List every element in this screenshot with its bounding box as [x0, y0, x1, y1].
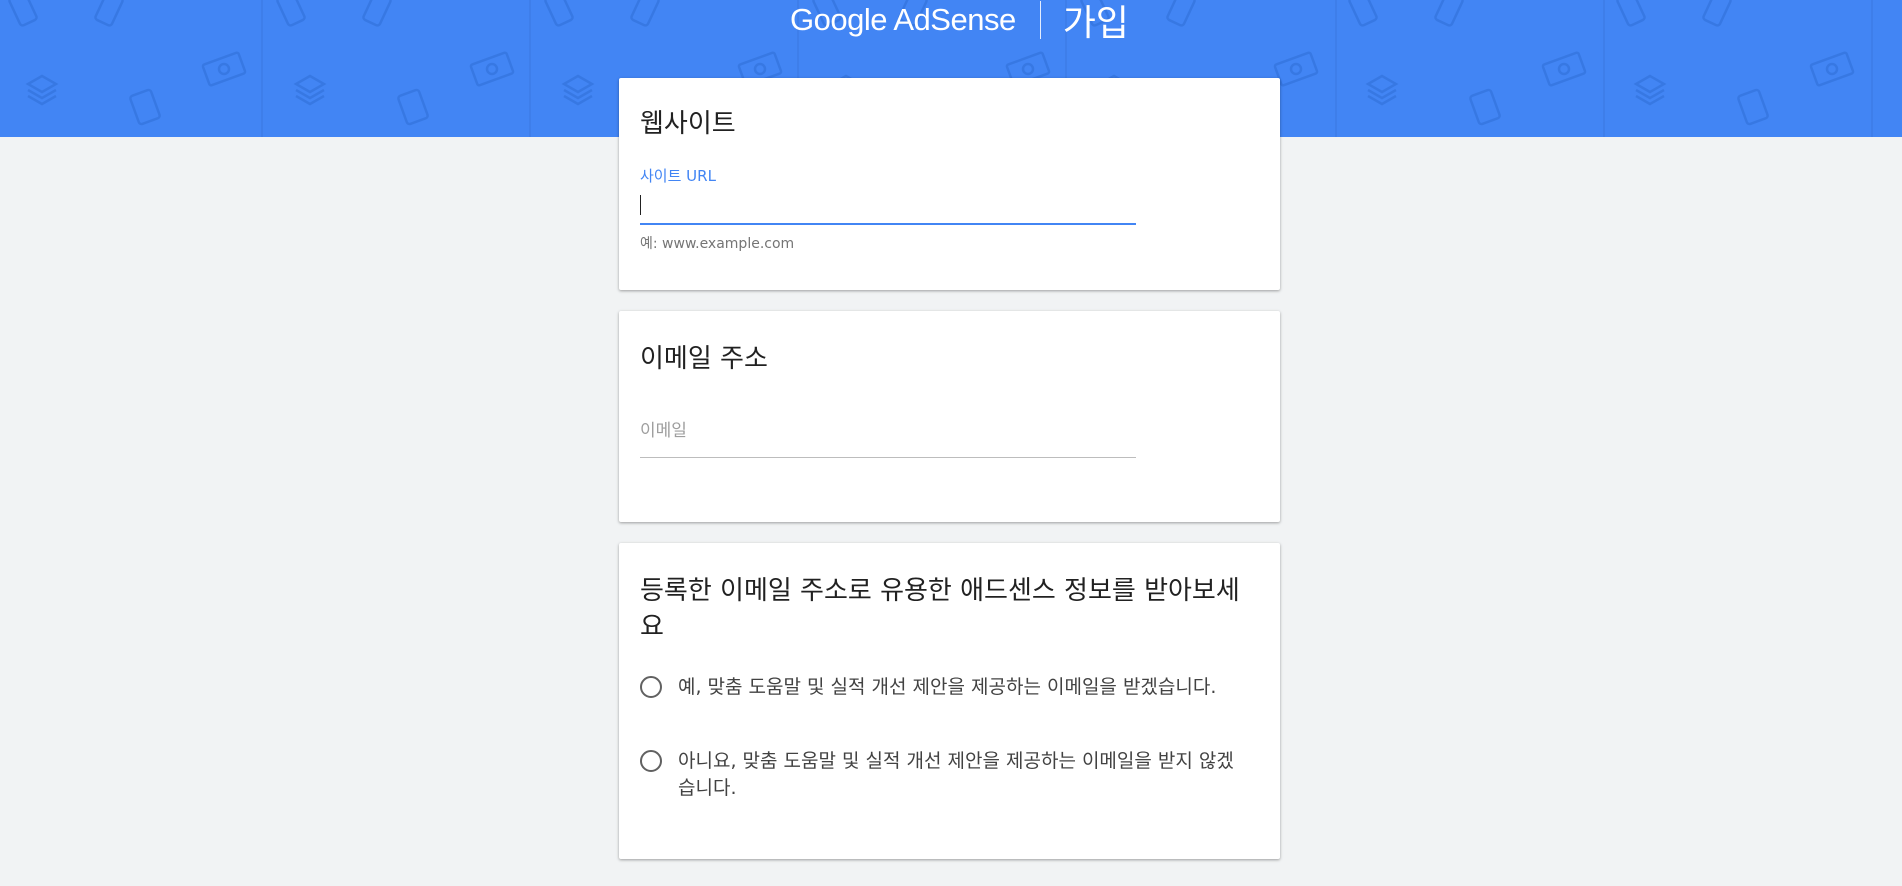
newsletter-card-title: 등록한 이메일 주소로 유용한 애드센스 정보를 받아보세요: [640, 576, 1240, 642]
text-caret: [640, 195, 641, 215]
brand-divider: [1039, 1, 1041, 39]
website-card-title: 웹사이트: [640, 109, 736, 139]
radio-button-no[interactable]: [640, 750, 662, 772]
site-url-hint: 예: www.example.com: [640, 236, 795, 252]
radio-option-no-label: 아니요, 맞춤 도움말 및 실적 개선 제안을 제공하는 이메일을 받지 않겠습…: [678, 750, 1234, 799]
google-adsense-logo: Google AdSense: [790, 2, 1016, 37]
email-card: 이메일 주소: [619, 311, 1280, 522]
site-url-underline: [640, 223, 1136, 225]
website-card: 웹사이트 사이트 URL 예: www.example.com: [619, 78, 1280, 290]
email-input[interactable]: [640, 414, 1136, 448]
email-underline: [640, 457, 1136, 458]
site-url-input[interactable]: [640, 188, 1136, 222]
site-url-label: 사이트 URL: [640, 167, 716, 185]
brand: Google AdSense 가입: [790, 0, 1129, 44]
radio-button-yes[interactable]: [640, 676, 662, 698]
radio-option-yes-label: 예, 맞춤 도움말 및 실적 개선 제안을 제공하는 이메일을 받겠습니다.: [678, 676, 1217, 698]
newsletter-card: 등록한 이메일 주소로 유용한 애드센스 정보를 받아보세요 예, 맞춤 도움말…: [619, 543, 1280, 859]
page-title: 가입: [1062, 3, 1129, 44]
radio-option-yes[interactable]: 예, 맞춤 도움말 및 실적 개선 제안을 제공하는 이메일을 받겠습니다.: [640, 674, 1250, 701]
email-card-title: 이메일 주소: [640, 344, 768, 374]
radio-option-no[interactable]: 아니요, 맞춤 도움말 및 실적 개선 제안을 제공하는 이메일을 받지 않겠습…: [640, 748, 1250, 802]
